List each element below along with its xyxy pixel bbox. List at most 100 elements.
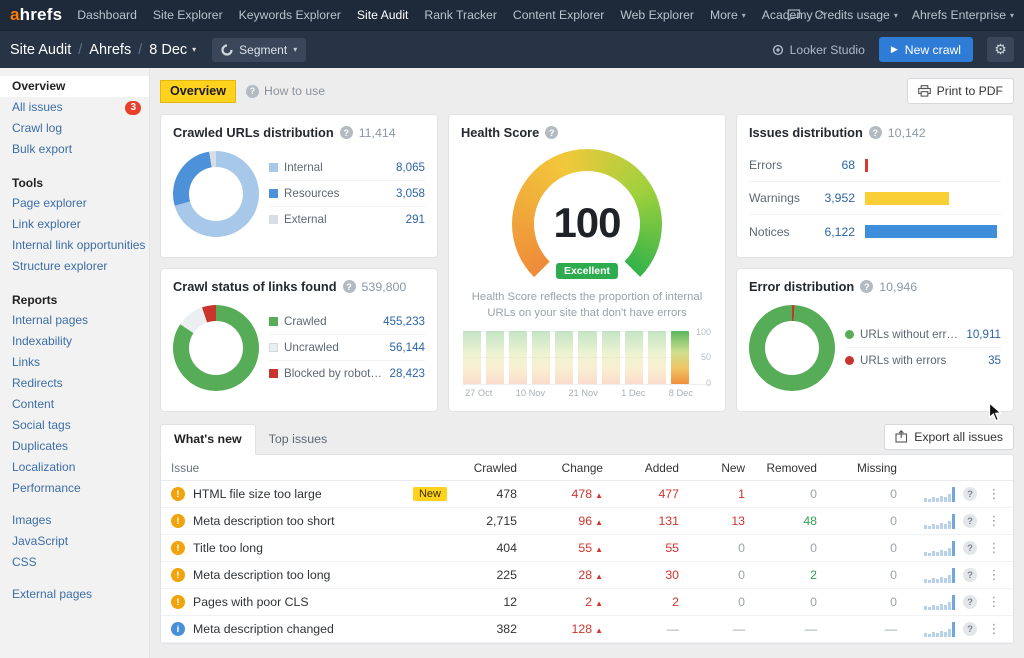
legend-value[interactable]: 28,423 (390, 367, 425, 380)
sidebar-item-internal-pages[interactable]: Internal pages (0, 310, 149, 331)
breadcrumb-site-audit[interactable]: Site Audit (10, 42, 71, 58)
row-menu-button[interactable]: ⋮ (985, 621, 1003, 637)
help-icon[interactable]: ? (963, 514, 977, 528)
col-header-missing[interactable]: Missing (817, 461, 897, 475)
trend-up-icon: ▲ (595, 545, 603, 554)
change-value: 2▲ (517, 595, 603, 609)
sidebar-item-images[interactable]: Images (0, 510, 149, 531)
legend-value[interactable]: 35 (988, 354, 1001, 367)
issue-link[interactable]: Meta description too long (193, 568, 330, 582)
sidebar-item-content[interactable]: Content (0, 394, 149, 415)
legend-value[interactable]: 291 (406, 213, 425, 226)
how-to-use-link[interactable]: ? How to use (246, 84, 325, 98)
sidebar-item-bulk-export[interactable]: Bulk export (0, 139, 149, 160)
sidebar-item-page-explorer[interactable]: Page explorer (0, 193, 149, 214)
help-icon[interactable]: ? (869, 126, 882, 139)
sidebar-item-performance[interactable]: Performance (0, 478, 149, 499)
nav-keywords-explorer[interactable]: Keywords Explorer (239, 8, 341, 22)
new-crawl-button[interactable]: ▶ New crawl (879, 37, 973, 62)
added-value: 131 (603, 514, 679, 528)
col-header-removed[interactable]: Removed (745, 461, 817, 475)
nav-web-explorer[interactable]: Web Explorer (620, 8, 694, 22)
help-icon[interactable]: ? (963, 622, 977, 636)
sidebar-item-links[interactable]: Links (0, 352, 149, 373)
nav-site-explorer[interactable]: Site Explorer (153, 8, 223, 22)
ahrefs-logo[interactable]: ahrefs (10, 0, 62, 30)
missing-value: — (817, 622, 897, 636)
sidebar-item-external-pages[interactable]: External pages (0, 584, 149, 605)
missing-value: 0 (817, 568, 897, 582)
row-menu-button[interactable]: ⋮ (985, 594, 1003, 610)
change-value: 128▲ (517, 622, 603, 636)
col-header-added[interactable]: Added (603, 461, 679, 475)
legend-value[interactable]: 56,144 (390, 341, 425, 354)
segment-button[interactable]: Segment ▾ (212, 38, 306, 62)
help-icon[interactable]: ? (545, 126, 558, 139)
sidebar-item-redirects[interactable]: Redirects (0, 373, 149, 394)
issue-link[interactable]: Meta description too short (193, 514, 335, 528)
help-icon[interactable]: ? (860, 280, 873, 293)
legend-value[interactable]: 3,058 (396, 187, 425, 200)
nav-site-audit[interactable]: Site Audit (357, 8, 409, 22)
chevron-down-icon: ▾ (293, 45, 297, 54)
legend-value[interactable]: 8,065 (396, 161, 425, 174)
help-icon[interactable]: ? (963, 541, 977, 555)
sidebar-item-localization[interactable]: Localization (0, 457, 149, 478)
sidebar-item-structure-explorer[interactable]: Structure explorer (0, 256, 149, 277)
help-icon[interactable]: ? (343, 280, 356, 293)
sidebar-item-overview[interactable]: Overview (0, 76, 149, 97)
settings-button[interactable]: ⚙ (987, 37, 1014, 62)
sidebar-item-all-issues[interactable]: All issues3 (0, 97, 149, 118)
col-header-crawled[interactable]: Crawled (453, 461, 517, 475)
row-menu-button[interactable]: ⋮ (985, 567, 1003, 583)
issue-link[interactable]: Meta description changed (193, 622, 334, 636)
crawl-date-dropdown[interactable]: 8 Dec▾ (149, 42, 196, 58)
help-icon[interactable]: ? (340, 126, 353, 139)
missing-value: 0 (817, 514, 897, 528)
dist-value[interactable]: 6,122 (813, 225, 855, 239)
help-icon[interactable]: ? (963, 487, 977, 501)
nav-content-explorer[interactable]: Content Explorer (513, 8, 604, 22)
col-header-new[interactable]: New (679, 461, 745, 475)
credits-usage-menu[interactable]: Credits usage▾ (815, 8, 898, 22)
row-menu-button[interactable]: ⋮ (985, 513, 1003, 529)
resources-swatch (269, 189, 278, 198)
feedback-chat-icon[interactable] (787, 9, 801, 21)
sidebar-item-duplicates[interactable]: Duplicates (0, 436, 149, 457)
sidebar-item-crawl-log[interactable]: Crawl log (0, 118, 149, 139)
row-menu-button[interactable]: ⋮ (985, 540, 1003, 556)
help-icon[interactable]: ? (963, 595, 977, 609)
col-header-change[interactable]: Change (517, 461, 603, 475)
sidebar-item-social-tags[interactable]: Social tags (0, 415, 149, 436)
help-icon[interactable]: ? (963, 568, 977, 582)
dist-value[interactable]: 68 (813, 158, 855, 172)
sidebar-item-indexability[interactable]: Indexability (0, 331, 149, 352)
col-header-issue[interactable]: Issue (171, 461, 453, 475)
sidebar-item-css[interactable]: CSS (0, 552, 149, 573)
enterprise-menu[interactable]: Ahrefs Enterprise▾ (912, 8, 1014, 22)
sidebar-item-internal-link-opportunities[interactable]: Internal link opportunities (0, 235, 149, 256)
legend-value[interactable]: 455,233 (383, 315, 425, 328)
sidebar-item-link-explorer[interactable]: Link explorer (0, 214, 149, 235)
looker-studio-link[interactable]: Looker Studio (772, 43, 865, 57)
crawled-value: 382 (453, 622, 517, 636)
dist-value[interactable]: 3,952 (813, 191, 855, 205)
breadcrumb-project[interactable]: Ahrefs (89, 42, 131, 58)
tab-overview[interactable]: Overview (160, 80, 236, 103)
credits-usage-label: Credits usage (815, 8, 890, 22)
issue-link[interactable]: Pages with poor CLS (193, 595, 309, 609)
legend-label: Blocked by robots.txt (284, 367, 384, 380)
legend-value[interactable]: 10,911 (966, 328, 1001, 341)
crawled-urls-donut-chart (173, 151, 259, 237)
nav-more-menu[interactable]: More▾ (710, 8, 746, 22)
issue-link[interactable]: Title too long (193, 541, 263, 555)
nav-rank-tracker[interactable]: Rank Tracker (424, 8, 496, 22)
tab-top-issues[interactable]: Top issues (256, 425, 341, 454)
issue-link[interactable]: HTML file size too large (193, 487, 322, 501)
row-menu-button[interactable]: ⋮ (985, 486, 1003, 502)
sidebar-item-javascript[interactable]: JavaScript (0, 531, 149, 552)
tab-whats-new[interactable]: What's new (160, 424, 256, 455)
export-all-issues-button[interactable]: Export all issues (884, 424, 1014, 450)
nav-dashboard[interactable]: Dashboard (77, 8, 137, 22)
print-to-pdf-button[interactable]: Print to PDF (907, 78, 1014, 104)
